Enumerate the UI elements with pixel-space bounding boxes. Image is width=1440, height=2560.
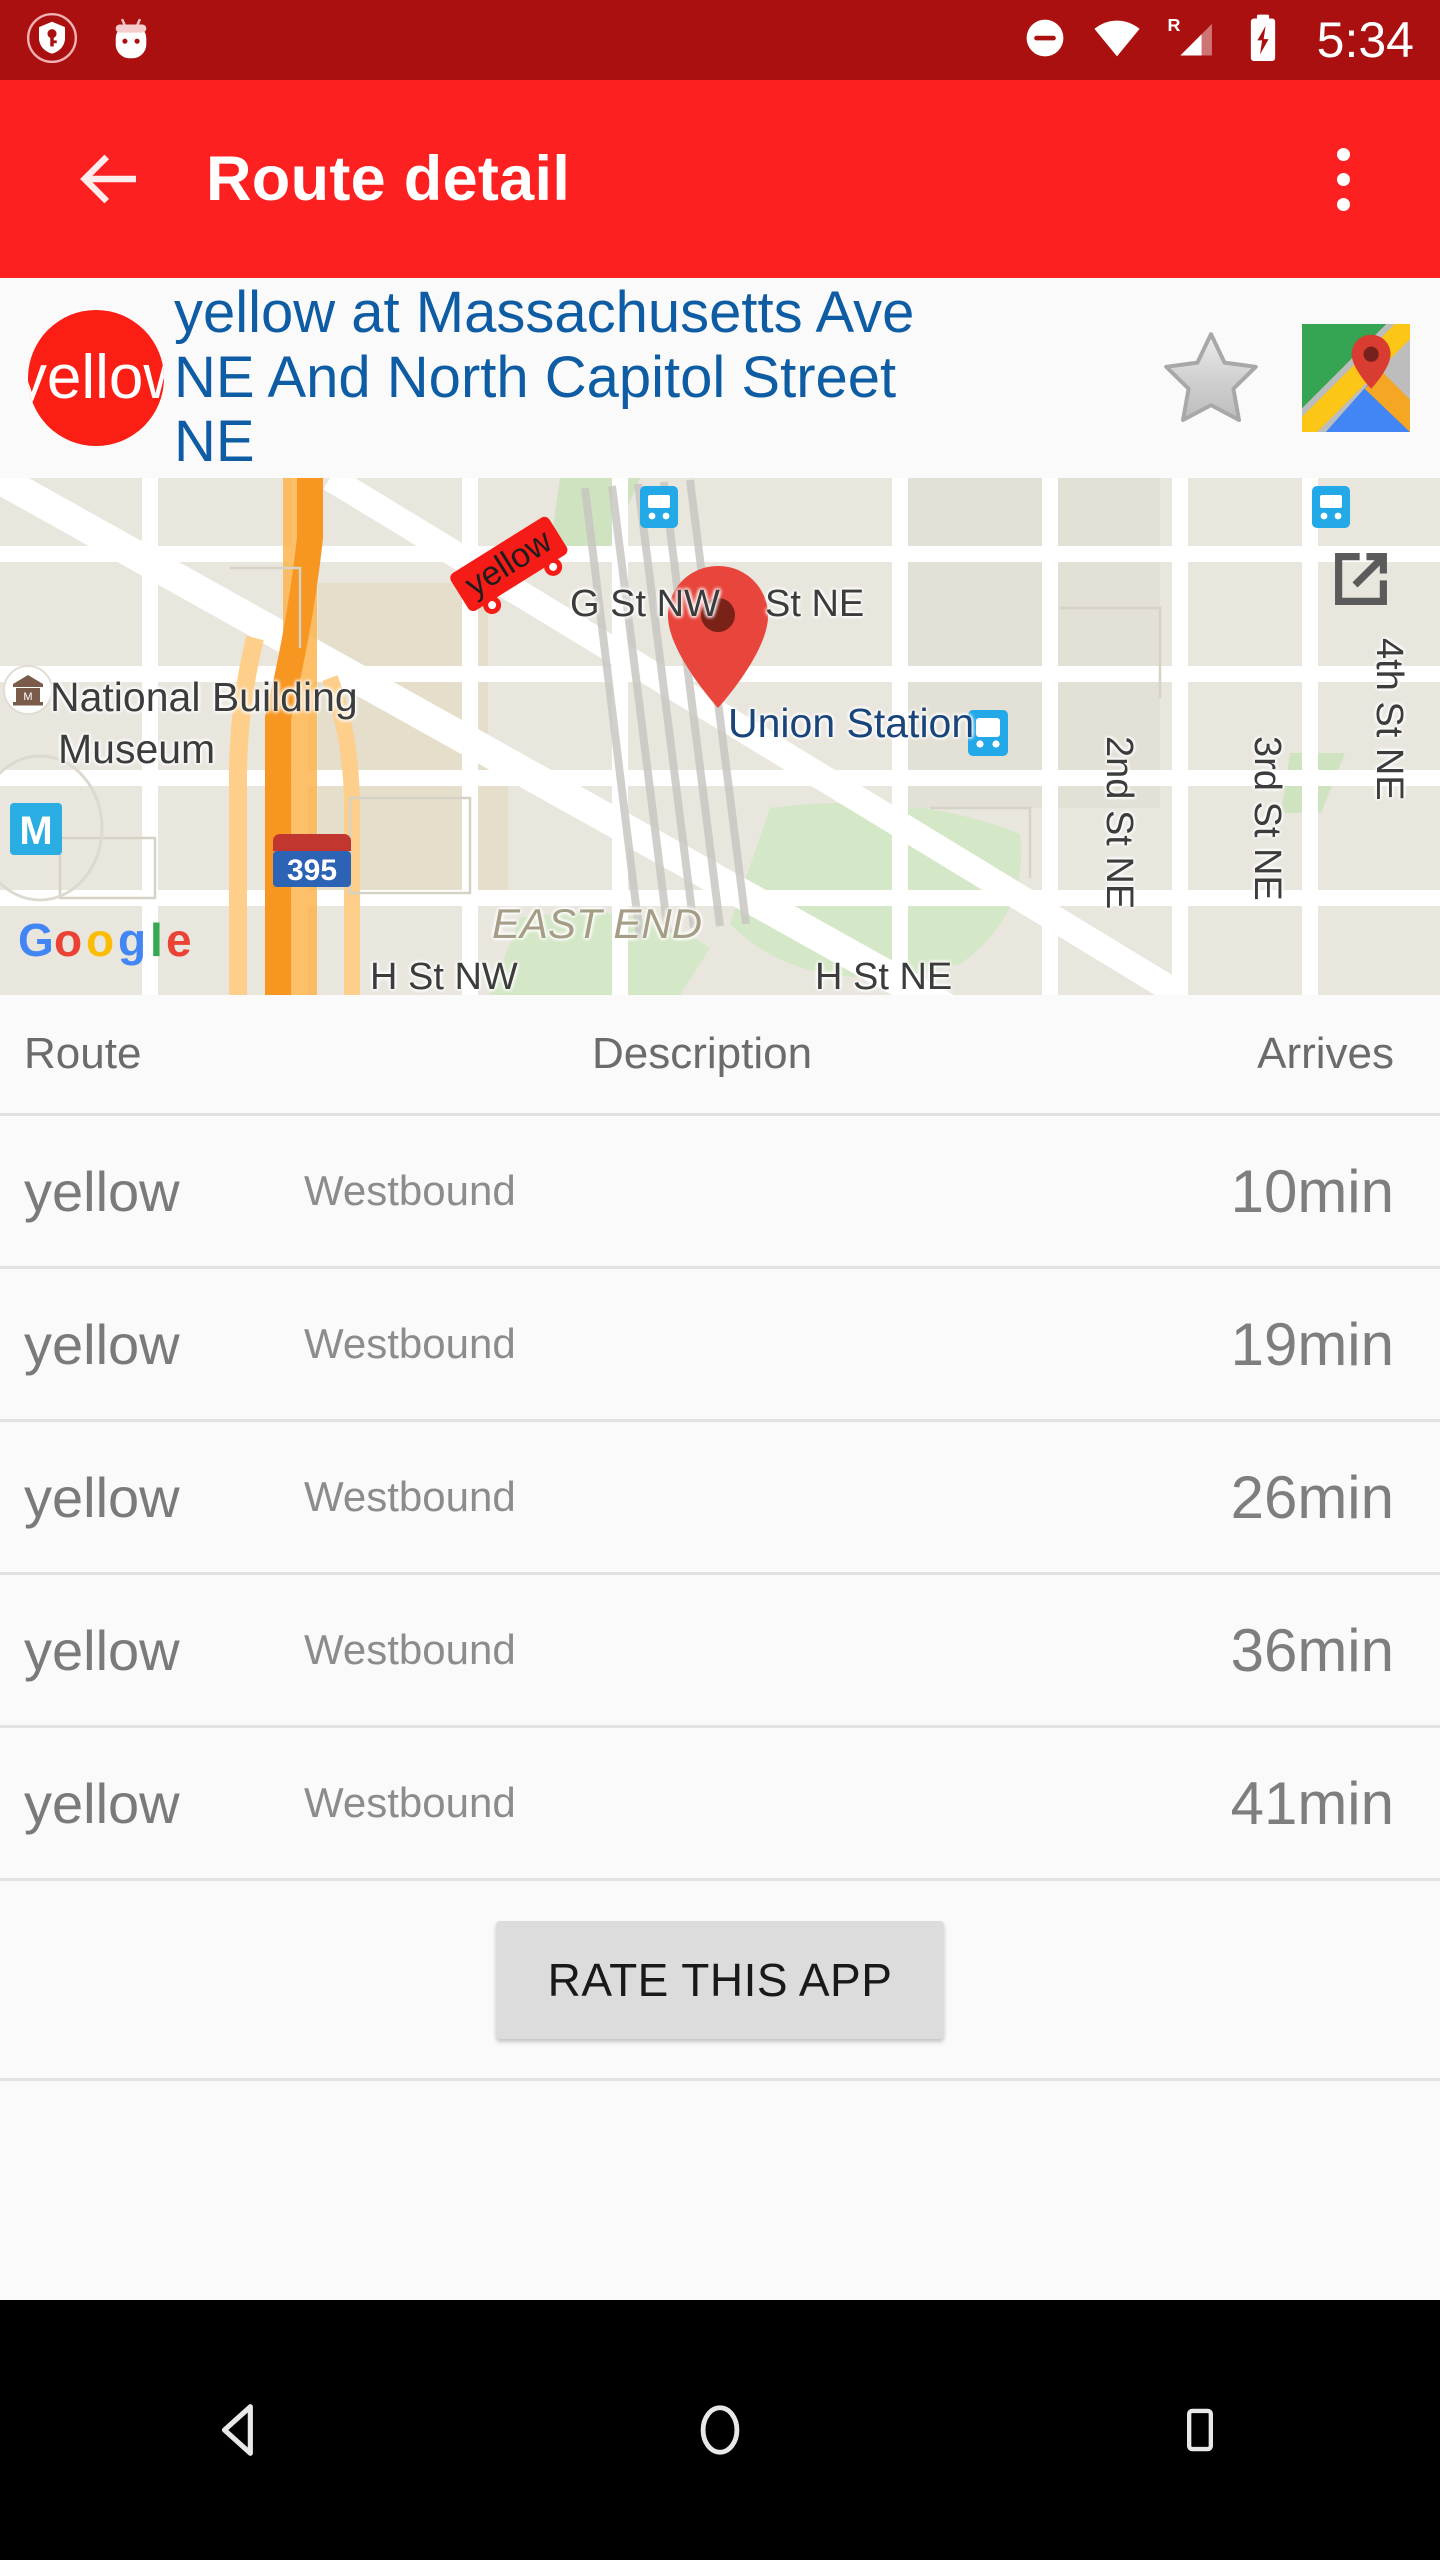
transit-station-icon bbox=[1312, 486, 1350, 528]
table-row[interactable]: yellow Westbound 10min bbox=[0, 1113, 1440, 1266]
cell-route: yellow bbox=[24, 1618, 180, 1682]
svg-text:R: R bbox=[1167, 14, 1180, 34]
system-navigation-bar bbox=[0, 2300, 1440, 2560]
cell-arrives: 19min bbox=[1230, 1310, 1394, 1378]
cell-route: yellow bbox=[24, 1771, 180, 1835]
route-badge-label: yellow bbox=[28, 343, 164, 412]
svg-text:G: G bbox=[18, 914, 54, 966]
home-circle-icon bbox=[700, 2405, 740, 2455]
svg-text:g: g bbox=[118, 914, 146, 966]
svg-text:M: M bbox=[23, 691, 32, 703]
svg-text:l: l bbox=[150, 914, 163, 966]
table-row[interactable]: yellow Westbound 19min bbox=[0, 1266, 1440, 1419]
page-title: Route detail bbox=[206, 144, 571, 214]
back-button[interactable] bbox=[62, 131, 158, 227]
overflow-dot bbox=[1336, 197, 1350, 211]
nav-recents-button[interactable] bbox=[1100, 2360, 1300, 2500]
status-bar-right-icons: R 5:34 bbox=[1021, 11, 1414, 70]
phone-screen: R 5:34 Route detail yello yellow at Mass… bbox=[0, 0, 1440, 2560]
rate-app-section: RATE THIS APP bbox=[0, 1878, 1440, 2078]
rate-this-app-button[interactable]: RATE THIS APP bbox=[495, 1920, 945, 2039]
status-bar-clock: 5:34 bbox=[1316, 12, 1414, 68]
cell-description: Westbound bbox=[304, 1167, 516, 1214]
stop-name: yellow at Massachusetts Ave NE And North… bbox=[174, 279, 915, 475]
union-station-marker-icon bbox=[968, 710, 1008, 756]
cell-description: Westbound bbox=[304, 1320, 516, 1367]
column-header-description: Description bbox=[592, 1029, 813, 1078]
stop-header: yellow yellow at Massachusetts Ave NE An… bbox=[0, 278, 1440, 478]
overflow-menu-button[interactable] bbox=[1308, 129, 1378, 229]
transit-station-icon bbox=[640, 486, 678, 528]
metro-station-icon: M bbox=[10, 803, 62, 855]
column-header-route: Route bbox=[24, 1029, 142, 1078]
svg-text:o: o bbox=[86, 914, 114, 966]
status-bar: R 5:34 bbox=[0, 0, 1440, 80]
svg-text:e: e bbox=[166, 914, 192, 966]
overflow-dot bbox=[1336, 172, 1350, 186]
vpn-key-shield-icon bbox=[26, 12, 78, 69]
map-preview[interactable]: 395 M M yellow G o o g l e H St NW H St … bbox=[0, 478, 1440, 995]
cell-arrives: 36min bbox=[1230, 1616, 1394, 1684]
expand-map-button[interactable] bbox=[1320, 538, 1402, 620]
cell-description: Westbound bbox=[304, 1626, 516, 1673]
android-marshmallow-icon bbox=[104, 11, 158, 70]
svg-text:M: M bbox=[19, 809, 52, 853]
arrow-back-icon bbox=[80, 154, 136, 204]
nav-home-button[interactable] bbox=[620, 2360, 820, 2500]
google-attribution-logo: G o o g l e bbox=[18, 914, 192, 966]
battery-charging-icon bbox=[1241, 12, 1285, 69]
open-in-google-maps-button[interactable] bbox=[1302, 324, 1410, 432]
arrivals-table: Route Description Arrives yellow Westbou… bbox=[0, 995, 1440, 2418]
wifi-icon bbox=[1091, 12, 1143, 69]
museum-poi-icon: M bbox=[3, 665, 53, 715]
cell-arrives: 41min bbox=[1230, 1769, 1394, 1837]
back-triangle-icon bbox=[221, 2404, 253, 2456]
overflow-dot bbox=[1336, 147, 1350, 161]
svg-text:395: 395 bbox=[287, 854, 337, 887]
status-bar-left-icons bbox=[26, 11, 158, 70]
cell-description: Westbound bbox=[304, 1779, 516, 1826]
recents-square-icon bbox=[1187, 2408, 1213, 2452]
favorite-star-button[interactable] bbox=[1146, 313, 1276, 443]
app-bar: Route detail bbox=[0, 80, 1440, 278]
google-maps-icon bbox=[1302, 324, 1410, 432]
route-badge: yellow bbox=[28, 310, 164, 446]
cell-route: yellow bbox=[24, 1159, 180, 1223]
star-icon bbox=[1164, 332, 1258, 422]
table-row[interactable]: yellow Westbound 26min bbox=[0, 1419, 1440, 1572]
cell-route: yellow bbox=[24, 1312, 180, 1376]
roaming-signal-icon: R bbox=[1165, 11, 1219, 70]
highway-shield-395: 395 bbox=[273, 834, 351, 887]
open-in-new-icon bbox=[1335, 553, 1387, 605]
map-canvas: 395 M M yellow G o o g l e bbox=[0, 478, 1440, 995]
cell-arrives: 26min bbox=[1230, 1463, 1394, 1531]
table-row[interactable]: yellow Westbound 41min bbox=[0, 1725, 1440, 1878]
nav-back-button[interactable] bbox=[140, 2360, 340, 2500]
svg-text:o: o bbox=[54, 914, 82, 966]
cell-arrives: 10min bbox=[1230, 1157, 1394, 1225]
column-header-arrives: Arrives bbox=[1257, 1029, 1394, 1078]
cell-description: Westbound bbox=[304, 1473, 516, 1520]
table-row[interactable]: yellow Westbound 36min bbox=[0, 1572, 1440, 1725]
table-header-row: Route Description Arrives bbox=[0, 995, 1440, 1113]
cell-route: yellow bbox=[24, 1465, 180, 1529]
do-not-disturb-icon bbox=[1021, 14, 1069, 67]
